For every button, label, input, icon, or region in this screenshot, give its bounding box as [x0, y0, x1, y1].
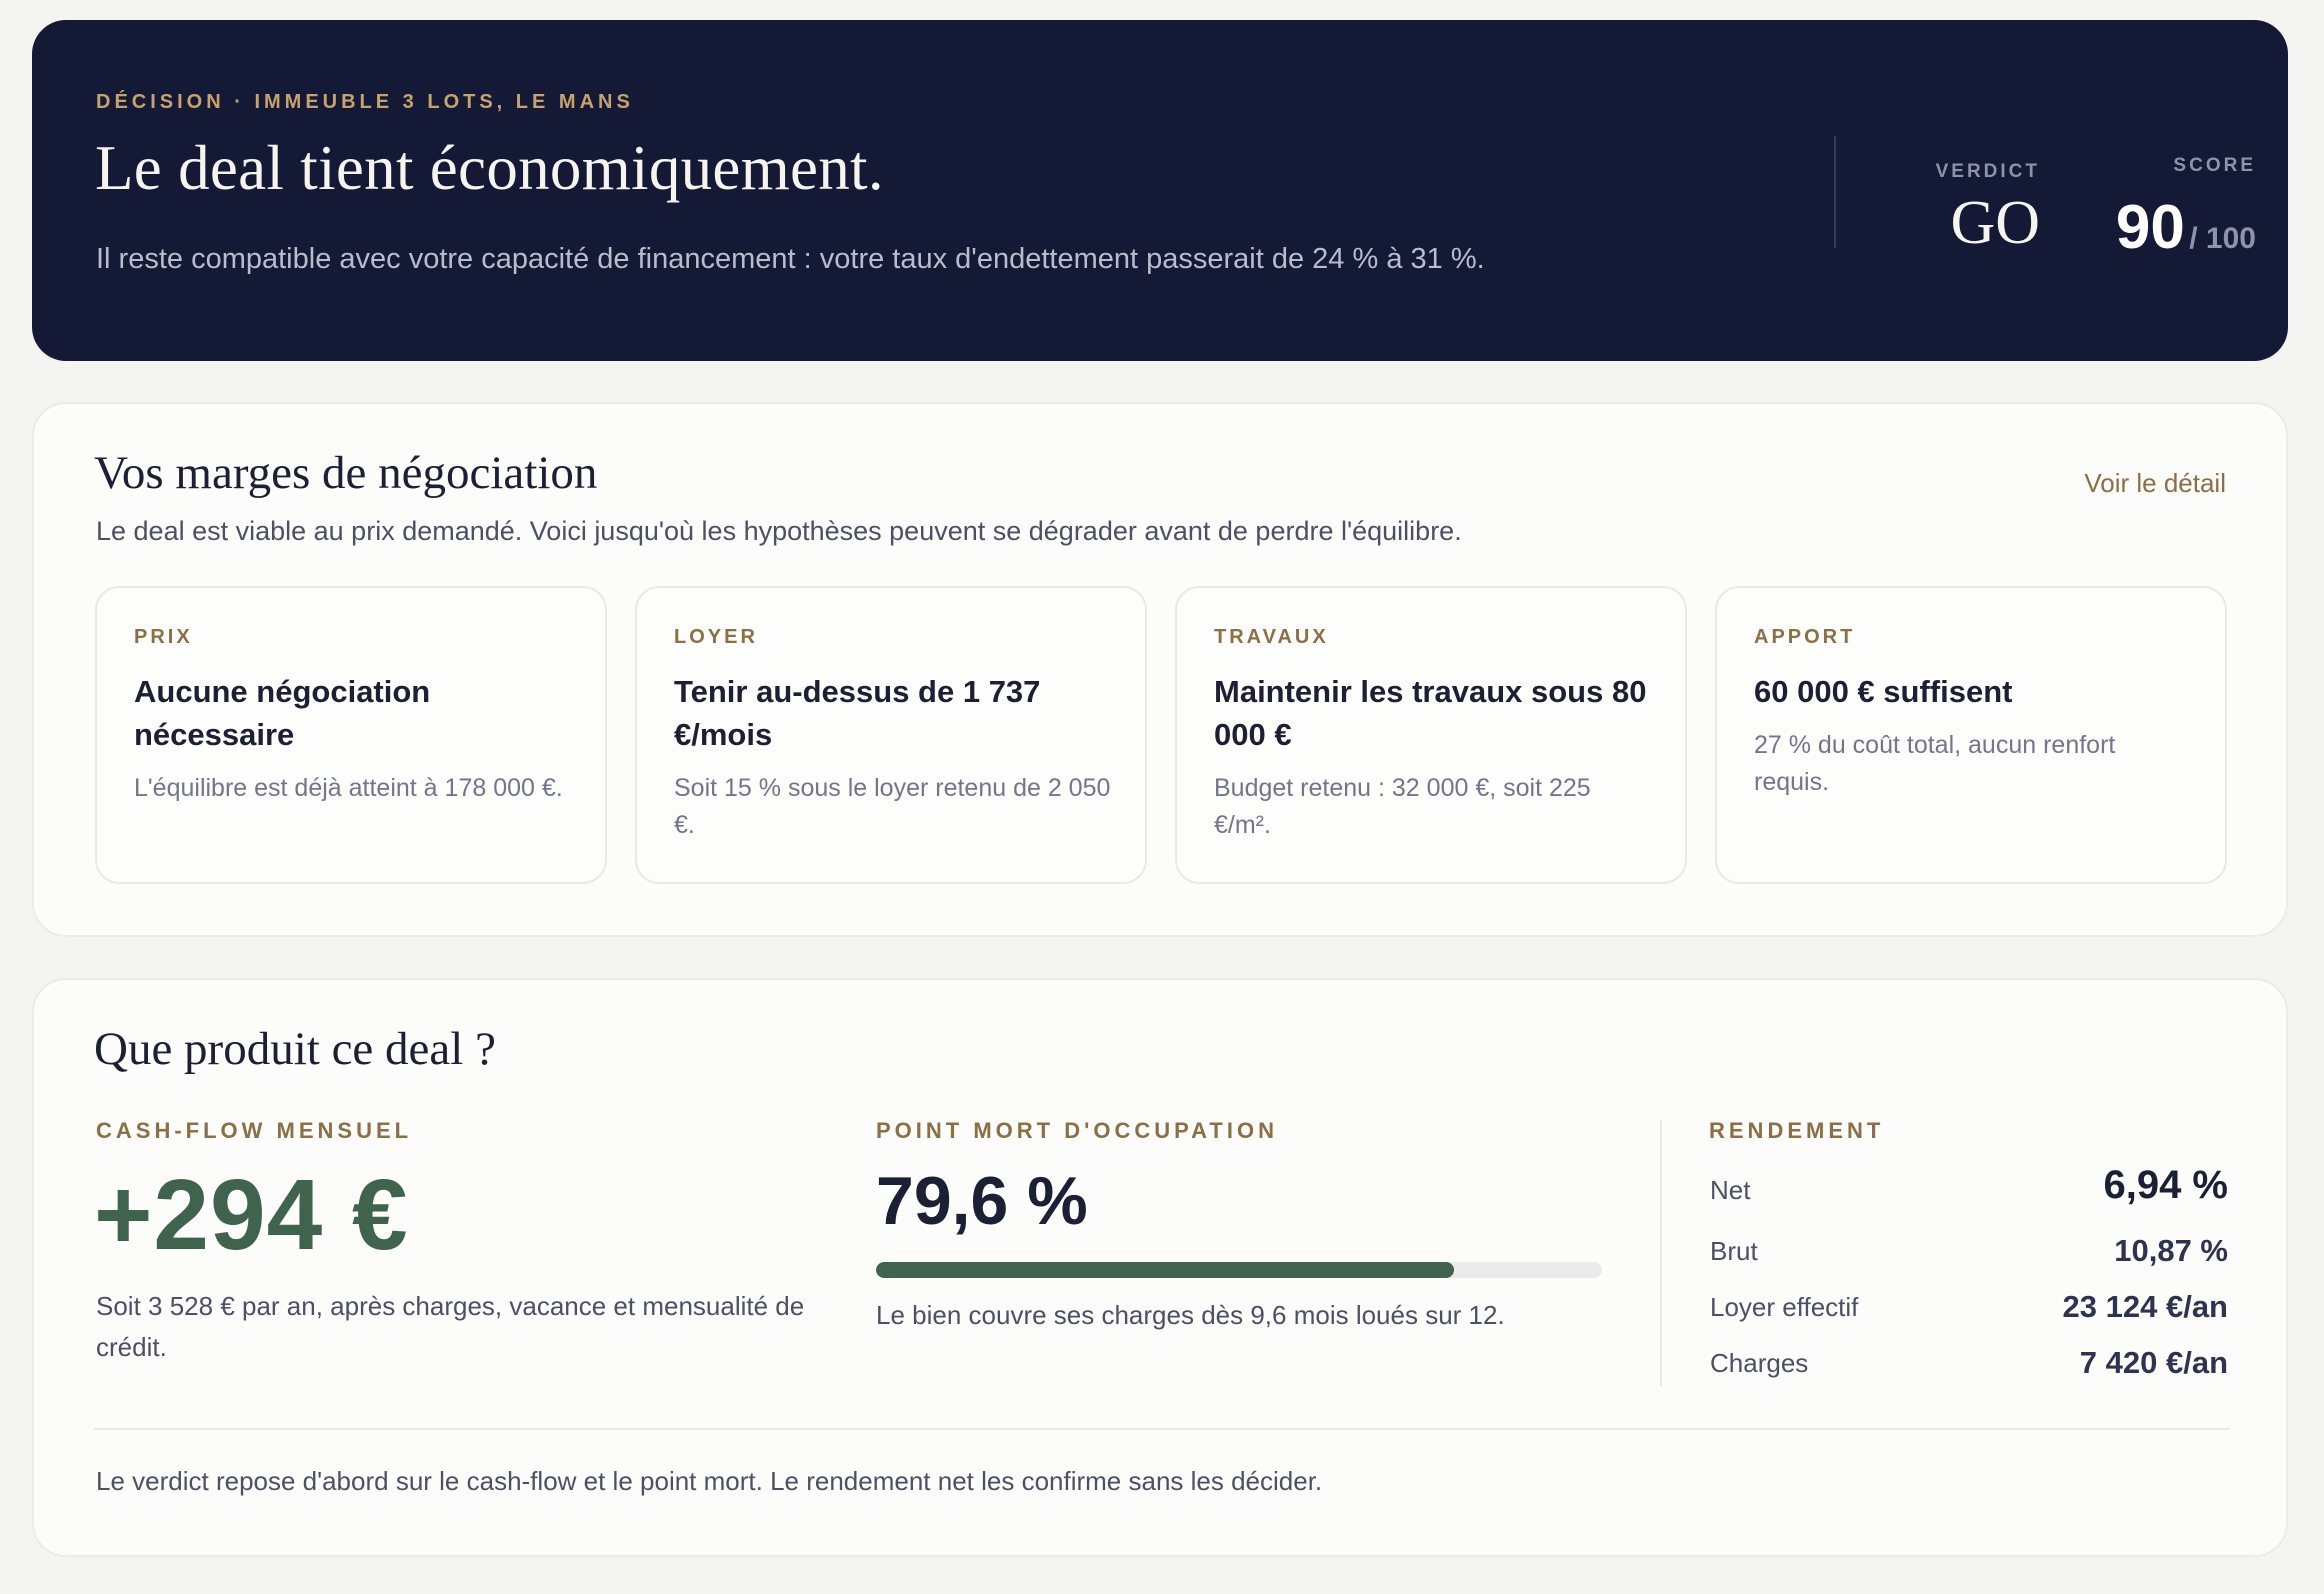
yield-row-effective-rent: Loyer effectif 23 124 €/an — [1708, 1287, 2228, 1327]
section-description: Le deal est viable au prix demandé. Voic… — [96, 516, 1462, 546]
footer-divider — [94, 1428, 2230, 1430]
yield-value: 10,87 % — [2114, 1233, 2228, 1268]
tile-label: PRIX — [134, 626, 193, 648]
tile-label: APPORT — [1754, 626, 1856, 648]
yield-key: Charges — [1710, 1348, 1809, 1378]
margin-tile-prix: PRIX Aucune négociation nécessaire L'équ… — [95, 586, 607, 884]
tile-text: Soit 15 % sous le loyer retenu de 2 050 … — [674, 774, 1111, 839]
yield-label: RENDEMENT — [1709, 1118, 1885, 1143]
column-divider — [1660, 1120, 1662, 1386]
tile-text: L'équilibre est déjà atteint à 178 000 €… — [134, 774, 563, 802]
tile-headline: Maintenir les travaux sous 80 000 € — [1214, 674, 1647, 752]
yield-row-brut: Brut 10,87 % — [1708, 1231, 2228, 1271]
tile-headline: 60 000 € suffisent — [1754, 674, 2013, 709]
cashflow-text: Soit 3 528 € par an, après charges, vaca… — [96, 1291, 805, 1362]
section-title: Vos marges de négociation — [94, 447, 598, 499]
score-display: 90 / 100 — [2022, 192, 2256, 263]
yield-key: Brut — [1710, 1236, 1758, 1266]
yield-row-net: Net 6,94 % — [1708, 1163, 2228, 1210]
section-title: Que produit ce deal ? — [94, 1023, 496, 1075]
break-even-text: Le bien couvre ses charges dès 9,6 mois … — [876, 1300, 1505, 1330]
verdict-footnote: Le verdict repose d'abord sur le cash-fl… — [96, 1466, 1323, 1496]
deal-output-card: Que produit ce deal ? CASH-FLOW MENSUEL … — [32, 978, 2288, 1557]
break-even-value: 79,6 % — [876, 1163, 1088, 1239]
tile-label: TRAVAUX — [1214, 626, 1329, 648]
margin-tile-apport: APPORT 60 000 € suffisent 27 % du coût t… — [1715, 586, 2227, 884]
banner-kicker: DÉCISION · IMMEUBLE 3 LOTS, LE MANS — [96, 91, 634, 113]
verdict-label: VERDICT — [1935, 161, 2040, 182]
verdict-banner: DÉCISION · IMMEUBLE 3 LOTS, LE MANS Le d… — [32, 20, 2288, 361]
tile-text: Budget retenu : 32 000 €, soit 225 €/m². — [1214, 774, 1591, 839]
yield-value: 6,94 % — [2103, 1163, 2228, 1207]
margin-tile-loyer: LOYER Tenir au-dessus de 1 737 €/mois So… — [635, 586, 1147, 884]
break-even-progress-bar — [876, 1262, 1602, 1278]
yield-value: 7 420 €/an — [2079, 1345, 2228, 1380]
tile-headline: Tenir au-dessus de 1 737 €/mois — [674, 674, 1041, 752]
score-value: 90 — [2115, 193, 2185, 262]
break-even-label: POINT MORT D'OCCUPATION — [876, 1118, 1278, 1143]
cashflow-value: +294 € — [94, 1159, 409, 1271]
banner-subtitle: Il reste compatible avec votre capacité … — [96, 243, 1485, 275]
cashflow-label: CASH-FLOW MENSUEL — [96, 1118, 413, 1143]
break-even-progress-fill — [876, 1262, 1454, 1278]
yield-value: 23 124 €/an — [2062, 1289, 2228, 1324]
verdict-value: GO — [1950, 189, 2040, 257]
banner-divider — [1834, 136, 1836, 248]
yield-key: Loyer effectif — [1710, 1292, 1859, 1322]
banner-title: Le deal tient économiquement. — [95, 133, 884, 203]
tile-label: LOYER — [674, 626, 758, 648]
negotiation-margins-card: Vos marges de négociation Voir le détail… — [32, 402, 2288, 937]
yield-key: Net — [1710, 1175, 1751, 1205]
margin-tile-travaux: TRAVAUX Maintenir les travaux sous 80 00… — [1175, 586, 1687, 884]
tile-headline: Aucune négociation nécessaire — [134, 674, 431, 752]
score-label: SCORE — [2173, 155, 2256, 176]
yield-row-charges: Charges 7 420 €/an — [1708, 1343, 2228, 1383]
tile-text: 27 % du coût total, aucun renfort requis… — [1754, 731, 2116, 796]
score-max: / 100 — [2189, 222, 2256, 255]
view-detail-link[interactable]: Voir le détail — [2084, 468, 2226, 499]
